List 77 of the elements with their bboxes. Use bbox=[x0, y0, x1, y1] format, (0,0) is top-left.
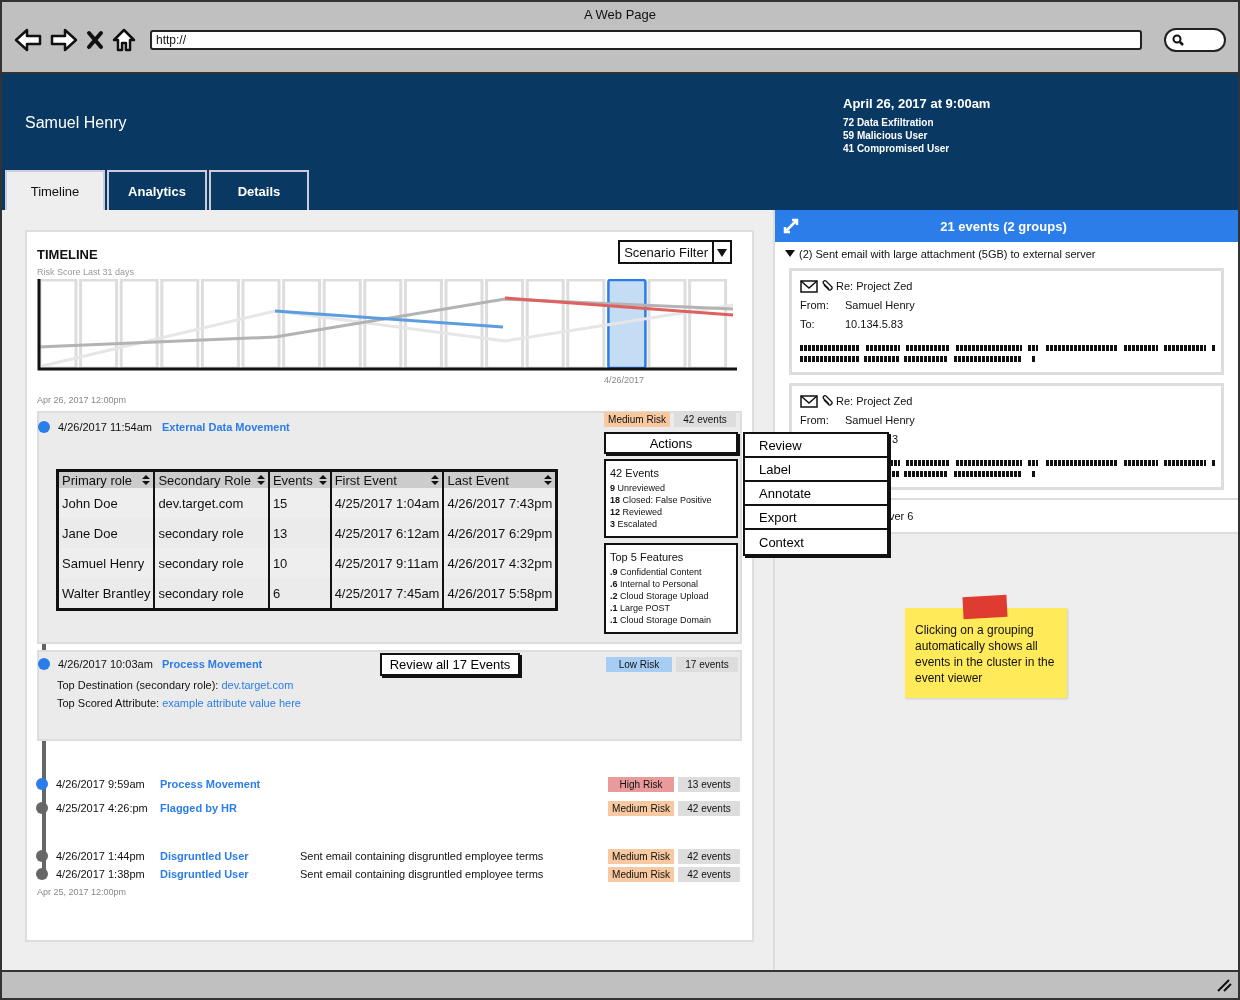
email-subject: Re: Project Zed bbox=[836, 280, 913, 292]
date-label: Apr 25, 2017 12:00pm bbox=[37, 887, 128, 897]
group-label: (2) Sent email with large attachment (5GB) to external server bbox=[799, 248, 1096, 260]
score-item: 41 Compromised User bbox=[843, 142, 951, 155]
event-count-tag: 42 events bbox=[678, 848, 740, 864]
field-value: 3 bbox=[891, 433, 899, 445]
field-label: From: bbox=[800, 414, 830, 426]
viewer-title: 21 events (2 groups) bbox=[939, 218, 1068, 234]
table-cell: 4/25/2017 6:12am bbox=[334, 525, 440, 541]
summary-item: .1 Large POST bbox=[610, 602, 672, 614]
table-cell: 4/26/2017 7:43pm bbox=[447, 495, 553, 511]
table-cell: 4/25/2017 7:45am bbox=[334, 585, 440, 601]
detail-label: Top Scored Attribute: bbox=[57, 697, 160, 709]
risk-tag: Low Risk bbox=[606, 656, 672, 672]
risk-tag: Medium Risk bbox=[608, 800, 674, 816]
table-cell: 10 bbox=[272, 555, 288, 571]
field-label: To: bbox=[800, 318, 816, 330]
date-label: 4/26/2017 bbox=[604, 375, 645, 385]
risk-tag: Medium Risk bbox=[608, 848, 674, 864]
detail-label: Top Destination (secondary role): bbox=[57, 679, 219, 691]
date-label: Apr 26, 2017 12:00pm bbox=[37, 395, 128, 405]
field-value: 10.134.5.83 bbox=[845, 318, 904, 330]
event-time: 4/26/2017 1:38pm bbox=[56, 868, 146, 880]
summary-item: 9 Unreviewed bbox=[610, 482, 667, 494]
risk-tag: Medium Risk bbox=[608, 866, 674, 882]
table-cell: secondary role bbox=[158, 585, 244, 601]
email-subject: Re: Project Zed bbox=[836, 395, 913, 407]
table-cell: 6 bbox=[272, 585, 281, 601]
table-cell: Walter Brantley bbox=[62, 585, 151, 601]
risk-tag: High Risk bbox=[608, 776, 674, 792]
event-description: Sent email containing disgruntled employee terms bbox=[300, 868, 544, 880]
summary-title: Top 5 Features bbox=[610, 551, 685, 563]
table-cell: Samuel Henry bbox=[62, 555, 145, 571]
event-time: 4/26/2017 1:44pm bbox=[56, 850, 146, 862]
summary-item: .6 Internal to Personal bbox=[610, 578, 700, 590]
table-cell: Jane Doe bbox=[62, 525, 118, 541]
table-cell: 15 bbox=[272, 495, 288, 511]
table-cell: 4/25/2017 1:04am bbox=[334, 495, 440, 511]
table-cell: 4/25/2017 9:11am bbox=[334, 555, 439, 571]
event-count-tag: 17 events bbox=[676, 656, 738, 672]
summary-item: .2 Cloud Storage Upload bbox=[610, 590, 710, 602]
user-name: Samuel Henry bbox=[25, 114, 127, 132]
event-count-tag: 42 events bbox=[678, 800, 740, 816]
event-time: 4/26/2017 10:03am bbox=[58, 658, 154, 670]
event-time: 4/26/2017 11:54am bbox=[58, 421, 153, 433]
summary-item: 18 Closed: False Positive bbox=[610, 494, 713, 506]
event-time: 4/26/2017 9:59am bbox=[56, 778, 146, 790]
table-cell: John Doe bbox=[62, 495, 118, 511]
field-label: From: bbox=[800, 299, 830, 311]
sticky-note: Clicking on a grouping automatically shows all events in the cluster in the event viewer bbox=[905, 608, 1067, 698]
table-cell: 4/26/2017 6:29pm bbox=[447, 525, 553, 541]
chart-caption: Risk Score Last 31 days bbox=[37, 267, 136, 277]
field-value: Samuel Henry bbox=[845, 299, 915, 311]
dropdown-label: Scenario Filter bbox=[624, 244, 708, 260]
summary-item: .9 Confidential Content bbox=[610, 566, 703, 578]
table-cell: dev.target.com bbox=[158, 495, 244, 511]
table-cell: 4/26/2017 5:58pm bbox=[447, 585, 553, 601]
table-cell: secondary role bbox=[158, 525, 244, 541]
event-count-tag: 42 events bbox=[678, 866, 740, 882]
report-date: April 26, 2017 at 9:00am bbox=[843, 96, 992, 111]
summary-item: 3 Escalated bbox=[610, 518, 659, 530]
score-item: 59 Malicious User bbox=[843, 129, 929, 142]
event-description: Sent email containing disgruntled employee terms bbox=[300, 850, 544, 862]
window-title: A Web Page bbox=[583, 7, 656, 22]
table-cell: 4/26/2017 4:32pm bbox=[447, 555, 553, 571]
event-count-tag: 42 events bbox=[674, 412, 736, 427]
risk-tag: Medium Risk bbox=[604, 412, 670, 427]
section-title: TIMELINE bbox=[37, 246, 98, 262]
summary-title: 42 Events bbox=[610, 467, 660, 479]
summary-item: .1 Cloud Storage Domain bbox=[610, 614, 713, 626]
field-value: Samuel Henry bbox=[845, 414, 915, 426]
event-count-tag: 13 events bbox=[678, 776, 740, 792]
score-item: 72 Data Exfiltration bbox=[843, 116, 935, 129]
table-cell: secondary role bbox=[158, 555, 244, 571]
summary-item: 12 Reviewed bbox=[610, 506, 664, 518]
event-time: 4/25/2017 4:26:pm bbox=[56, 802, 149, 814]
table-cell: 13 bbox=[272, 525, 288, 541]
